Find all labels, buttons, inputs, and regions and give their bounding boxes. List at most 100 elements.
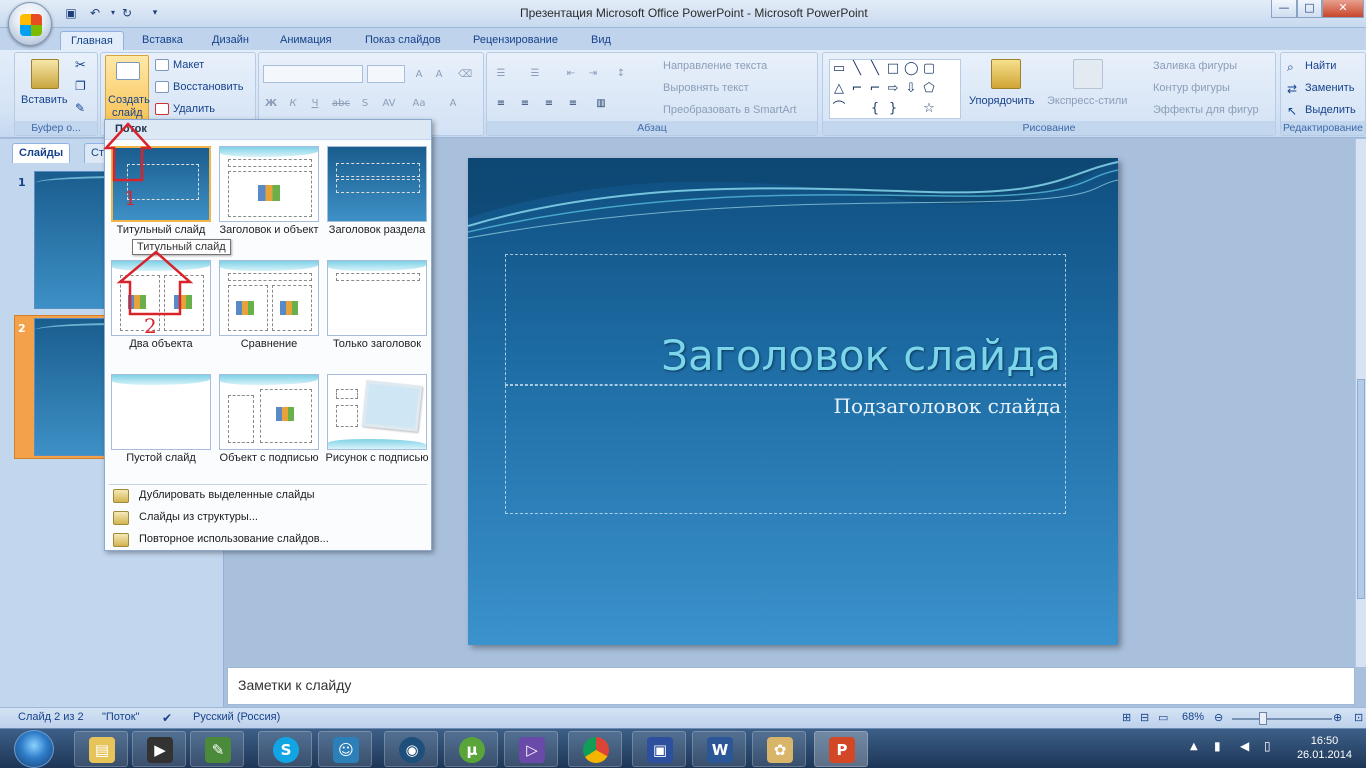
delete-button[interactable]: Удалить — [173, 103, 215, 115]
text-direction-button[interactable]: Направление текста — [663, 60, 767, 72]
taskbar-powerpoint[interactable]: P — [814, 731, 868, 767]
layout-content-caption[interactable]: Объект с подписью — [219, 374, 319, 488]
tab-animation[interactable]: Анимация — [270, 31, 342, 50]
undo-icon[interactable]: ↶ — [86, 5, 104, 21]
copy-icon[interactable]: ❐ — [75, 79, 86, 93]
taskbar-utorrent[interactable]: µ — [444, 731, 498, 767]
language-status[interactable]: Русский (Россия) — [193, 711, 280, 723]
layout-title-only[interactable]: Только заголовок — [327, 260, 427, 374]
pentagon-shape-icon[interactable]: ⬠ — [922, 82, 936, 96]
tab-insert[interactable]: Вставка — [132, 31, 193, 50]
layout-comparison[interactable]: Сравнение — [219, 260, 319, 374]
taskbar-app-10[interactable]: ▣ — [632, 731, 686, 767]
curve-shape-icon[interactable]: ⌒ — [832, 102, 846, 116]
spellcheck-icon[interactable]: ✔ — [162, 711, 172, 725]
font-family-combo[interactable] — [263, 65, 363, 83]
shapes-gallery[interactable]: ▭ ╲ ╲ □ ◯ ▢ △ ⌐ ⌐ ⇨ ⇩ ⬠ ⌒ { } ☆ — [829, 59, 961, 119]
line-spacing-icon[interactable]: ↕ — [613, 65, 629, 81]
down-arrow-shape-icon[interactable]: ⇩ — [904, 82, 918, 96]
smartart-button[interactable]: Преобразовать в SmartArt — [663, 104, 796, 116]
vertical-scrollbar[interactable] — [1355, 139, 1366, 667]
normal-view-icon[interactable]: ⊞ — [1122, 711, 1131, 724]
current-slide[interactable]: Заголовок слайда Подзаголовок слайда — [468, 158, 1118, 645]
increase-indent-icon[interactable]: ⇥ — [585, 65, 601, 81]
shape-effects-button[interactable]: Эффекты для фигур — [1153, 104, 1259, 116]
format-painter-icon[interactable]: ✎ — [75, 101, 85, 115]
change-case-icon[interactable]: Aa — [411, 95, 427, 111]
layout-button[interactable]: Макет — [173, 59, 204, 71]
connector-shape-icon[interactable]: ⌐ — [850, 82, 864, 96]
paste-icon[interactable] — [31, 59, 59, 89]
layout-title-content[interactable]: Заголовок и объект — [219, 146, 319, 260]
slides-from-outline-command[interactable]: Слайды из структуры... — [111, 508, 425, 528]
justify-icon[interactable]: ≡ — [565, 95, 581, 111]
volume-icon[interactable]: ◀ — [1240, 739, 1249, 753]
box-shape-icon[interactable]: □ — [886, 62, 900, 76]
line2-shape-icon[interactable]: ╲ — [868, 62, 882, 76]
office-button[interactable] — [8, 2, 52, 46]
zoom-level[interactable]: 68% — [1182, 711, 1204, 723]
bullets-icon[interactable]: ☰ — [493, 65, 509, 81]
slideshow-view-icon[interactable]: ▭ — [1158, 711, 1168, 724]
layout-blank[interactable]: Пустой слайд — [111, 374, 211, 488]
tab-slides[interactable]: Слайды — [12, 143, 71, 163]
replace-button[interactable]: Заменить — [1305, 82, 1354, 94]
fit-slide-icon[interactable]: ⊡ — [1354, 711, 1363, 724]
taskbar-paint[interactable]: ✿ — [752, 731, 806, 767]
network-icon[interactable]: ▮ — [1214, 739, 1221, 753]
underline-icon[interactable]: Ч — [307, 95, 323, 111]
star-shape-icon[interactable]: ☆ — [922, 102, 936, 116]
columns-icon[interactable]: ▥ — [593, 95, 609, 111]
reset-button[interactable]: Восстановить — [173, 81, 243, 93]
taskbar-explorer[interactable]: ▤ — [74, 731, 128, 767]
decrease-indent-icon[interactable]: ⇤ — [563, 65, 579, 81]
font-size-combo[interactable] — [367, 65, 405, 83]
zoom-slider-thumb[interactable] — [1259, 712, 1267, 725]
taskbar-chrome[interactable] — [568, 731, 622, 767]
tab-view[interactable]: Вид — [581, 31, 621, 50]
title-placeholder[interactable]: Заголовок слайда — [505, 254, 1066, 385]
tab-slideshow[interactable]: Показ слайдов — [355, 31, 451, 50]
connector2-shape-icon[interactable]: ⌐ — [868, 82, 882, 96]
grow-font-icon[interactable]: A — [411, 66, 427, 82]
cut-icon[interactable]: ✂ — [75, 57, 86, 73]
right-arrow-shape-icon[interactable]: ⇨ — [886, 82, 900, 96]
shrink-font-icon[interactable]: A — [431, 66, 447, 82]
sorter-view-icon[interactable]: ⊟ — [1140, 711, 1149, 724]
brace2-shape-icon[interactable]: } — [886, 102, 900, 116]
shape-fill-button[interactable]: Заливка фигуры — [1153, 60, 1237, 72]
rectangle-shape-icon[interactable]: ▭ — [832, 62, 846, 76]
layout-picture-caption[interactable]: Рисунок с подписью — [326, 374, 428, 488]
clock[interactable]: 16:50 26.01.2014 — [1297, 734, 1352, 762]
line-shape-icon[interactable]: ╲ — [850, 62, 864, 76]
zoom-slider-track[interactable] — [1232, 718, 1332, 720]
taskbar-app-2[interactable]: ▶ — [132, 731, 186, 767]
font-color-icon[interactable]: A — [445, 95, 461, 111]
layout-section-header[interactable]: Заголовок раздела — [327, 146, 427, 260]
align-right-icon[interactable]: ≡ — [541, 95, 557, 111]
arrange-button[interactable]: Упорядочить — [969, 95, 1034, 107]
taskbar-app-6[interactable]: ◉ — [384, 731, 438, 767]
bold-icon[interactable]: Ж — [263, 95, 279, 111]
scrollbar-thumb[interactable] — [1357, 379, 1365, 599]
align-text-button[interactable]: Выровнять текст — [663, 82, 749, 94]
battery-icon[interactable]: ▯ — [1264, 739, 1271, 753]
zoom-out-icon[interactable]: ⊖ — [1214, 711, 1223, 724]
maximize-button[interactable]: □ — [1297, 0, 1322, 18]
save-icon[interactable]: ▣ — [62, 5, 80, 21]
redo-icon[interactable]: ↻ — [118, 5, 136, 21]
taskbar-app-3[interactable]: ✎ — [190, 731, 244, 767]
taskbar-app-8[interactable]: ▷ — [504, 731, 558, 767]
align-left-icon[interactable]: ≡ — [493, 95, 509, 111]
quick-styles-button[interactable]: Экспресс-стили — [1047, 95, 1127, 107]
strikethrough-icon[interactable]: abc — [331, 95, 350, 111]
clear-format-icon[interactable]: ⌫ — [457, 66, 473, 82]
duplicate-slides-command[interactable]: Дублировать выделенные слайды — [111, 486, 425, 506]
shadow-icon[interactable]: S — [357, 95, 373, 111]
shape-outline-button[interactable]: Контур фигуры — [1153, 82, 1230, 94]
triangle-shape-icon[interactable]: △ — [832, 82, 846, 96]
notes-pane[interactable]: Заметки к слайду — [227, 667, 1355, 705]
reuse-slides-command[interactable]: Повторное использование слайдов... — [111, 530, 425, 550]
brace-shape-icon[interactable]: { — [868, 102, 882, 116]
rounded-rect-shape-icon[interactable]: ▢ — [922, 62, 936, 76]
